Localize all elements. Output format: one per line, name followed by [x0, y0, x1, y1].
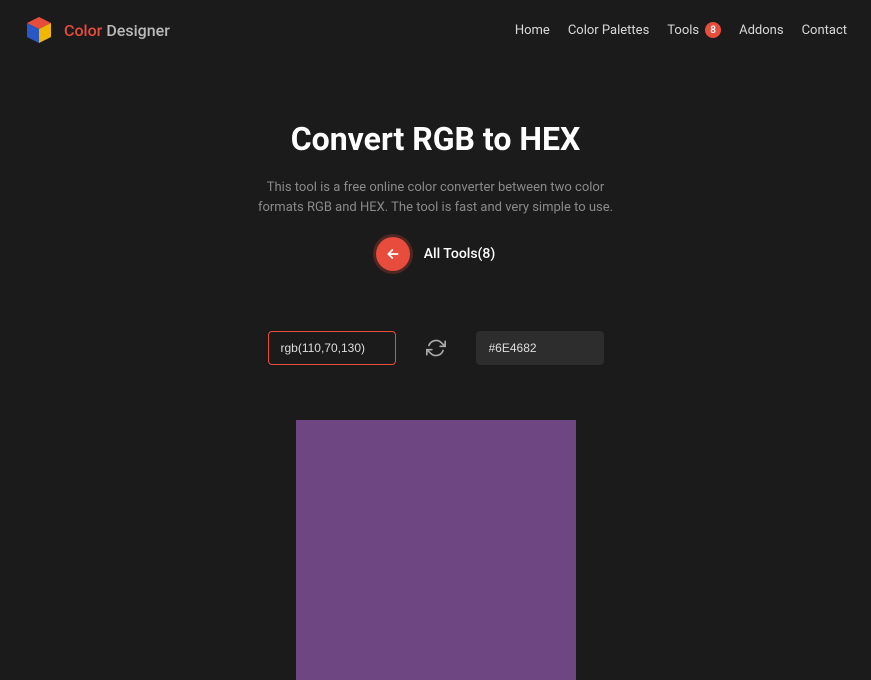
nav-addons[interactable]: Addons — [739, 23, 783, 38]
nav-home-label: Home — [515, 23, 550, 38]
tools-count-badge: 8 — [705, 22, 721, 38]
page-title: Convert RGB to HEX — [0, 120, 871, 158]
all-tools-link[interactable]: All Tools(8) — [376, 237, 496, 271]
nav-contact-label: Contact — [802, 23, 847, 38]
nav-tools-label: Tools — [667, 23, 699, 38]
swap-icon[interactable] — [426, 338, 446, 358]
nav: Home Color Palettes Tools 8 Addons Conta… — [515, 22, 847, 38]
logo[interactable]: Color Designer — [24, 15, 170, 45]
rgb-input[interactable] — [268, 331, 396, 365]
main: Convert RGB to HEX This tool is a free o… — [0, 60, 871, 680]
nav-home[interactable]: Home — [515, 23, 550, 38]
logo-cube-icon — [24, 15, 54, 45]
nav-tools[interactable]: Tools 8 — [667, 22, 721, 38]
nav-contact[interactable]: Contact — [802, 23, 847, 38]
nav-color-palettes[interactable]: Color Palettes — [568, 23, 649, 38]
page-description: This tool is a free online color convert… — [256, 178, 616, 217]
back-arrow-icon — [376, 237, 410, 271]
nav-addons-label: Addons — [739, 23, 783, 38]
converter-row — [0, 331, 871, 365]
logo-text-part2: Designer — [102, 21, 170, 40]
nav-palettes-label: Color Palettes — [568, 23, 649, 38]
logo-text: Color Designer — [64, 21, 170, 40]
hex-output[interactable] — [476, 331, 604, 365]
logo-text-part1: Color — [64, 21, 102, 40]
color-preview — [296, 420, 576, 680]
header: Color Designer Home Color Palettes Tools… — [0, 0, 871, 60]
all-tools-label: All Tools(8) — [424, 246, 496, 262]
